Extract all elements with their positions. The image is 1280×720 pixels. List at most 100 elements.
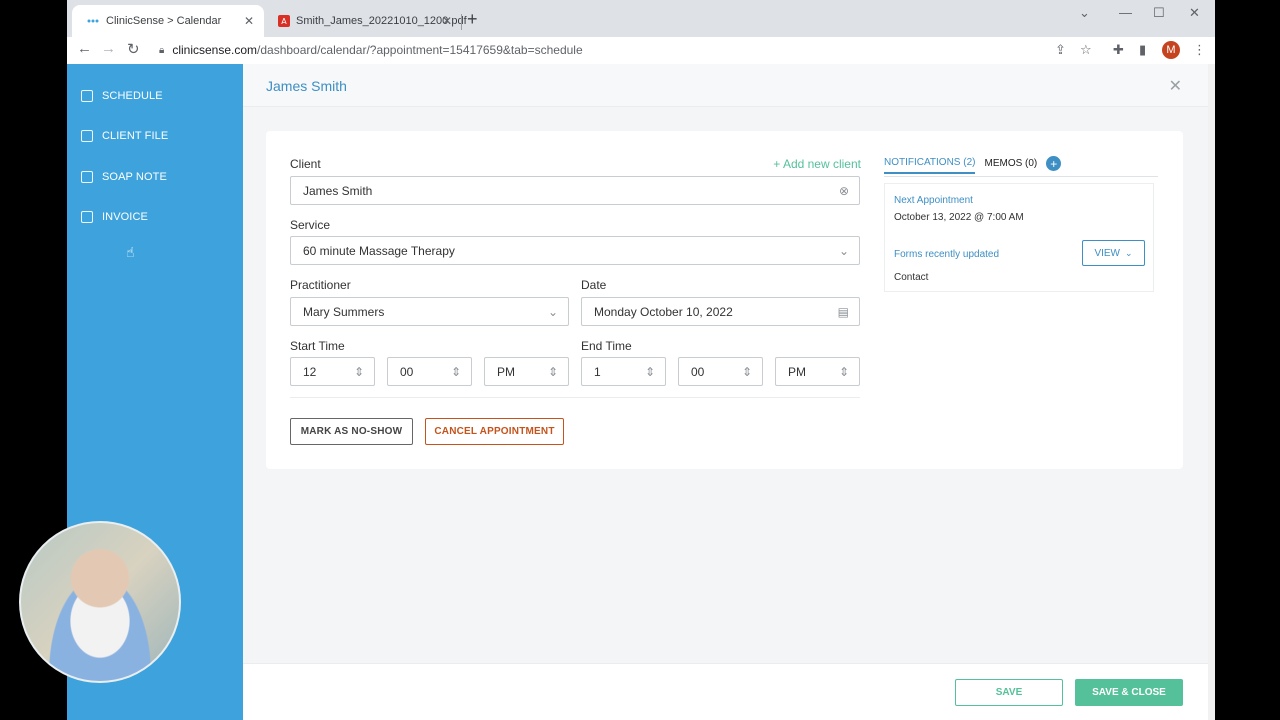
minimize-icon[interactable]: — (1119, 5, 1132, 20)
pdf-icon: A (278, 14, 290, 28)
start-minute-stepper[interactable]: 00 ⇕ (387, 357, 472, 386)
tab-strip: ClinicSense > Calendar ✕ A Smith_James_2… (67, 0, 1215, 37)
end-hour-stepper[interactable]: 1 ⇕ (581, 357, 666, 386)
start-hour-value: 12 (303, 364, 317, 379)
sidebar-item-invoice[interactable]: INVOICE (81, 211, 148, 223)
date-label: Date (581, 278, 607, 292)
svg-text:A: A (281, 17, 287, 26)
scrollbar[interactable] (1208, 64, 1215, 720)
stepper-icon[interactable]: ⇕ (354, 365, 364, 379)
save-button[interactable]: SAVE (955, 679, 1063, 706)
tab-memos[interactable]: MEMOS (0) (984, 158, 1037, 173)
forward-icon[interactable]: → (101, 40, 116, 57)
close-window-icon[interactable]: ✕ (1189, 5, 1200, 21)
notifications-list: Next Appointment October 13, 2022 @ 7:00… (884, 183, 1154, 292)
next-appointment-link[interactable]: Next Appointment (894, 195, 973, 206)
service-select[interactable]: 60 minute Massage Therapy ⌄ (290, 236, 860, 265)
chevron-down-icon: ⌄ (547, 305, 558, 319)
view-dropdown-button[interactable]: VIEW ⌄ (1082, 240, 1145, 266)
address-toolbar: ← → ↻ 🔒︎ clinicsense.com/dashboard/calen… (67, 37, 1215, 64)
close-icon[interactable]: ✕ (1169, 76, 1182, 96)
lock-icon: 🔒︎ (159, 44, 165, 56)
close-tab-icon[interactable]: ✕ (442, 14, 452, 28)
start-time-label: Start Time (290, 339, 345, 353)
add-new-client-link[interactable]: + Add new client (773, 157, 861, 171)
clear-icon[interactable]: ⊗ (839, 184, 849, 198)
menu-icon[interactable]: ⋮ (1193, 42, 1206, 58)
stepper-icon[interactable]: ⇕ (742, 365, 752, 379)
panel-footer: SAVE SAVE & CLOSE (243, 663, 1208, 720)
tab-underline (884, 176, 1158, 177)
new-tab-icon[interactable]: + (467, 9, 478, 30)
stepper-icon[interactable]: ⇕ (451, 365, 461, 379)
invoice-icon (81, 211, 93, 223)
appointment-panel: James Smith ✕ Client + Add new client Ja… (243, 64, 1208, 720)
tab-pdf[interactable]: A Smith_James_20221010_1200.pdf ✕ (264, 5, 467, 37)
add-memo-icon[interactable]: + (1046, 156, 1062, 171)
forms-updated-title: Forms recently updated (894, 249, 1000, 260)
client-label: Client (290, 157, 321, 171)
stepper-icon[interactable]: ⇕ (839, 365, 849, 379)
date-value: Monday October 10, 2022 (594, 304, 733, 319)
end-minute-stepper[interactable]: 00 ⇕ (678, 357, 763, 386)
practitioner-label: Practitioner (290, 278, 351, 292)
calendar-icon[interactable]: ▤ (838, 305, 849, 319)
back-icon[interactable]: ← (77, 40, 92, 57)
url-text: clinicsense.com/dashboard/calendar/?appo… (172, 43, 583, 57)
view-label: VIEW (1094, 247, 1120, 259)
client-field[interactable]: James Smith ⊗ (290, 176, 860, 205)
address-bar[interactable]: 🔒︎ clinicsense.com/dashboard/calendar/?a… (153, 38, 1199, 62)
right-tabs: NOTIFICATIONS (2) MEMOS (0) + (884, 156, 1062, 174)
stepper-icon[interactable]: ⇕ (645, 365, 655, 379)
note-icon (81, 171, 93, 183)
webcam-overlay (19, 521, 181, 683)
sidebar-item-label: SOAP NOTE (102, 171, 167, 183)
profile-avatar[interactable]: M (1162, 41, 1180, 59)
end-ampm-stepper[interactable]: PM ⇕ (775, 357, 860, 386)
cancel-appointment-button[interactable]: CANCEL APPOINTMENT (425, 418, 564, 445)
service-label: Service (290, 218, 331, 232)
date-field[interactable]: Monday October 10, 2022 ▤ (581, 297, 860, 326)
sidebar-item-client-file[interactable]: CLIENT FILE (81, 130, 168, 142)
start-hour-stepper[interactable]: 12 ⇕ (290, 357, 375, 386)
stepper-icon[interactable]: ⇕ (548, 365, 558, 379)
chevron-down-icon: ⌄ (1125, 247, 1133, 258)
tab-notifications[interactable]: NOTIFICATIONS (2) (884, 157, 976, 174)
forms-updated-value: Contact (894, 272, 929, 283)
sidebar-item-schedule[interactable]: SCHEDULE (81, 90, 163, 102)
side-panel-icon[interactable]: ▮ (1139, 42, 1146, 58)
extensions-icon[interactable]: ✚ (1113, 42, 1124, 58)
mark-no-show-button[interactable]: MARK AS NO-SHOW (290, 418, 413, 445)
sidebar-item-label: CLIENT FILE (102, 130, 169, 142)
maximize-icon[interactable]: ☐ (1153, 5, 1165, 21)
browser-window: ClinicSense > Calendar ✕ A Smith_James_2… (67, 0, 1215, 720)
chevron-down-icon: ⌄ (838, 244, 849, 258)
tab-title: ClinicSense > Calendar (106, 15, 222, 27)
end-minute-value: 00 (691, 364, 705, 379)
end-hour-value: 1 (594, 364, 601, 379)
next-appointment-value: October 13, 2022 @ 7:00 AM (894, 212, 1024, 223)
end-time-label: End Time (581, 339, 632, 353)
tab-calendar[interactable]: ClinicSense > Calendar ✕ (72, 5, 264, 37)
tab-search-icon[interactable]: ⌄ (1079, 5, 1090, 21)
pointer-cursor-icon: ☝ (126, 244, 135, 260)
sidebar-item-soap-note[interactable]: SOAP NOTE (81, 171, 167, 183)
reload-icon[interactable]: ↻ (127, 40, 140, 58)
sidebar-item-label: INVOICE (102, 211, 148, 223)
end-ampm-value: PM (788, 364, 806, 379)
save-close-button[interactable]: SAVE & CLOSE (1075, 679, 1183, 706)
share-icon[interactable]: ⇪ (1055, 42, 1066, 58)
divider (290, 397, 860, 398)
practitioner-select[interactable]: Mary Summers ⌄ (290, 297, 569, 326)
start-ampm-stepper[interactable]: PM ⇕ (484, 357, 569, 386)
appointment-card: Client + Add new client James Smith ⊗ Se… (266, 131, 1183, 469)
star-icon[interactable]: ☆ (1080, 42, 1092, 58)
client-value: James Smith (303, 183, 373, 198)
sidebar-item-label: SCHEDULE (102, 90, 163, 102)
service-value: 60 minute Massage Therapy (303, 243, 455, 258)
clinicsense-favicon-icon (86, 14, 100, 28)
calendar-icon (81, 90, 93, 102)
page-title: James Smith (266, 78, 347, 94)
panel-header: James Smith ✕ (243, 64, 1208, 107)
close-tab-icon[interactable]: ✕ (244, 14, 254, 28)
